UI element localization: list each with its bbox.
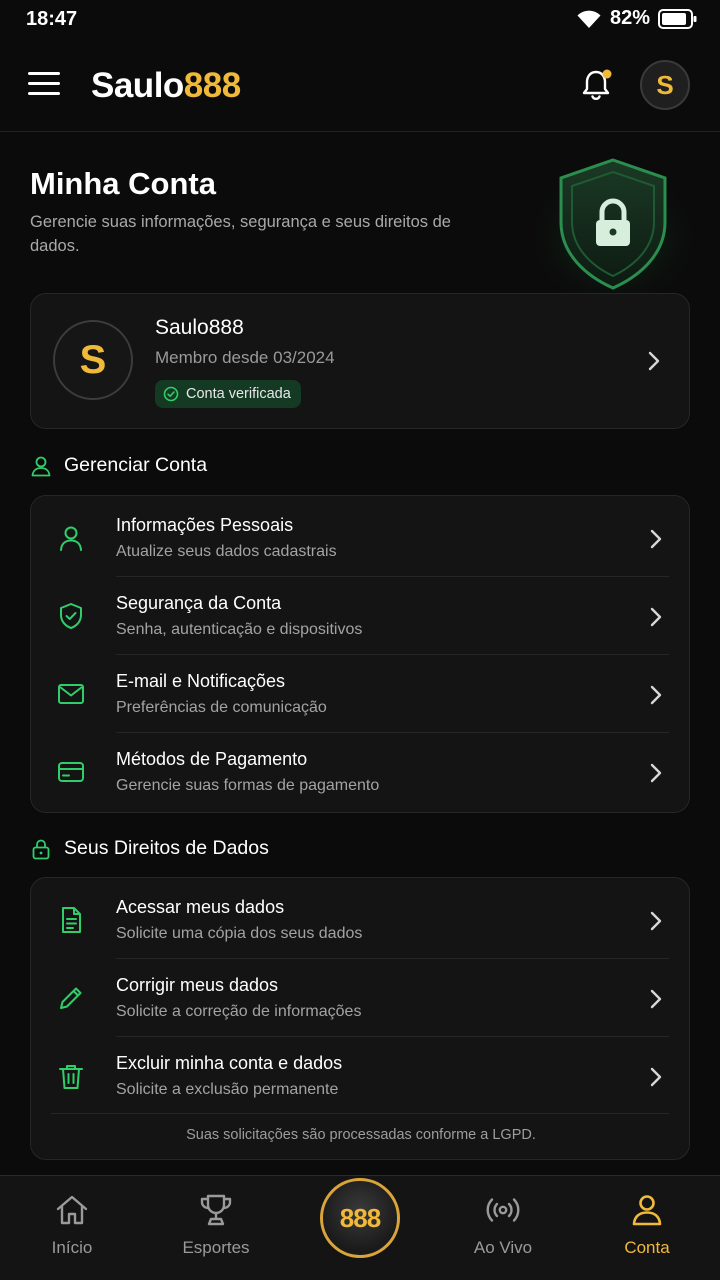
item-subtitle: Solicite uma cópia dos seus dados — [116, 925, 363, 942]
lock-icon — [32, 839, 50, 859]
nav-label: Conta — [624, 1238, 670, 1257]
avatar[interactable]: S — [640, 60, 690, 110]
section-manage-account: Gerenciar Conta — [30, 454, 207, 477]
chevron-right-icon — [650, 529, 662, 549]
item-title: Corrigir meus dados — [116, 975, 279, 995]
list-item-delete-account[interactable]: Excluir minha conta e dados Solicite a e… — [31, 1036, 691, 1114]
nav-home[interactable]: Início — [17, 1192, 127, 1258]
chevron-right-icon — [650, 911, 662, 931]
page-subtitle: Gerencie suas informações, segurança e s… — [30, 213, 451, 255]
chevron-right-icon — [648, 351, 660, 371]
list-item-account-security[interactable]: Segurança da Conta Senha, autenticação e… — [31, 576, 691, 654]
battery-percentage: 82% — [609, 7, 650, 29]
chevron-right-icon — [650, 989, 662, 1009]
brand-logo[interactable]: Saulo888 — [91, 66, 241, 106]
battery-icon — [658, 8, 697, 29]
trash-icon — [59, 1065, 83, 1089]
item-title: E-mail e Notificações — [116, 671, 286, 691]
status-time: 18:47 — [26, 8, 78, 30]
item-title: Métodos de Pagamento — [116, 749, 308, 769]
profile-avatar: S — [53, 320, 133, 400]
item-subtitle: Solicite a correção de informações — [116, 1003, 362, 1020]
live-icon — [486, 1198, 520, 1222]
verified-badge: Conta verificada — [155, 380, 301, 408]
item-title: Excluir minha conta e dados — [116, 1053, 343, 1073]
bell-icon[interactable] — [578, 68, 614, 104]
verified-label: Conta verificada — [186, 386, 291, 402]
status-bar: 18:47 82% — [0, 0, 720, 40]
item-subtitle: Atualize seus dados cadastrais — [116, 543, 337, 560]
wifi-icon — [577, 10, 601, 28]
page-title: Minha Conta — [30, 166, 216, 201]
profile-name: Saulo888 — [155, 316, 244, 339]
pencil-icon — [60, 987, 82, 1009]
item-title: Acessar meus dados — [116, 897, 285, 917]
profile-card[interactable]: S Saulo888 Membro desde 03/2024 Conta ve… — [30, 293, 690, 429]
shield-check-icon — [60, 603, 82, 629]
list-item-email-notifications[interactable]: E-mail e Notificações Preferências de co… — [31, 654, 691, 732]
mail-icon — [58, 684, 84, 704]
shield-lock-icon — [528, 158, 698, 300]
list-item-payment-methods[interactable]: Métodos de Pagamento Gerencie suas forma… — [31, 732, 691, 810]
chevron-right-icon — [650, 1067, 662, 1087]
nav-center-logo-button[interactable]: 888 — [320, 1178, 400, 1258]
menu-button[interactable] — [28, 72, 62, 100]
section-title: Gerenciar Conta — [64, 454, 208, 476]
home-icon — [56, 1195, 88, 1225]
nav-label: Esportes — [182, 1238, 250, 1257]
nav-live[interactable]: Ao Vivo — [448, 1192, 558, 1258]
bottom-nav: Início Esportes 888 Ao Vivo Conta — [0, 1175, 720, 1280]
app-bar: Saulo888 S — [0, 40, 720, 132]
item-subtitle: Preferências de comunicação — [116, 699, 327, 716]
nav-sports[interactable]: Esportes — [161, 1192, 271, 1258]
check-circle-icon — [163, 386, 179, 402]
brand-number: 888 — [183, 66, 241, 105]
chevron-right-icon — [650, 763, 662, 783]
nav-account[interactable]: Conta — [592, 1192, 702, 1258]
section-title: Seus Direitos de Dados — [64, 837, 269, 859]
list-item-personal-info[interactable]: Informações Pessoais Atualize seus dados… — [31, 498, 691, 576]
lgpd-note: Suas solicitações são processadas confor… — [186, 1127, 536, 1143]
chevron-right-icon — [650, 685, 662, 705]
list-item-correct-data[interactable]: Corrigir meus dados Solicite a correção … — [31, 958, 691, 1036]
brand-name: Saulo — [91, 66, 184, 105]
user-icon — [31, 456, 51, 476]
item-title: Segurança da Conta — [116, 593, 282, 613]
item-title: Informações Pessoais — [116, 515, 294, 535]
credit-card-icon — [58, 762, 84, 782]
status-right: 82% — [576, 7, 698, 30]
nav-label: Início — [51, 1238, 93, 1257]
item-subtitle: Gerencie suas formas de pagamento — [116, 777, 380, 794]
nav-label: Ao Vivo — [473, 1238, 533, 1257]
manage-account-list: Informações Pessoais Atualize seus dados… — [30, 495, 690, 813]
data-rights-list: Acessar meus dados Solicite uma cópia do… — [30, 877, 690, 1160]
item-subtitle: Senha, autenticação e dispositivos — [116, 621, 363, 638]
member-since: Membro desde 03/2024 — [155, 348, 335, 367]
chevron-right-icon — [650, 607, 662, 627]
account-icon — [632, 1195, 662, 1226]
trophy-icon — [200, 1194, 232, 1226]
document-icon — [62, 907, 81, 933]
item-subtitle: Solicite a exclusão permanente — [116, 1081, 339, 1098]
divider — [51, 1113, 669, 1114]
list-item-access-data[interactable]: Acessar meus dados Solicite uma cópia do… — [31, 880, 691, 958]
section-data-rights: Seus Direitos de Dados — [30, 837, 269, 860]
user-icon — [60, 526, 82, 551]
